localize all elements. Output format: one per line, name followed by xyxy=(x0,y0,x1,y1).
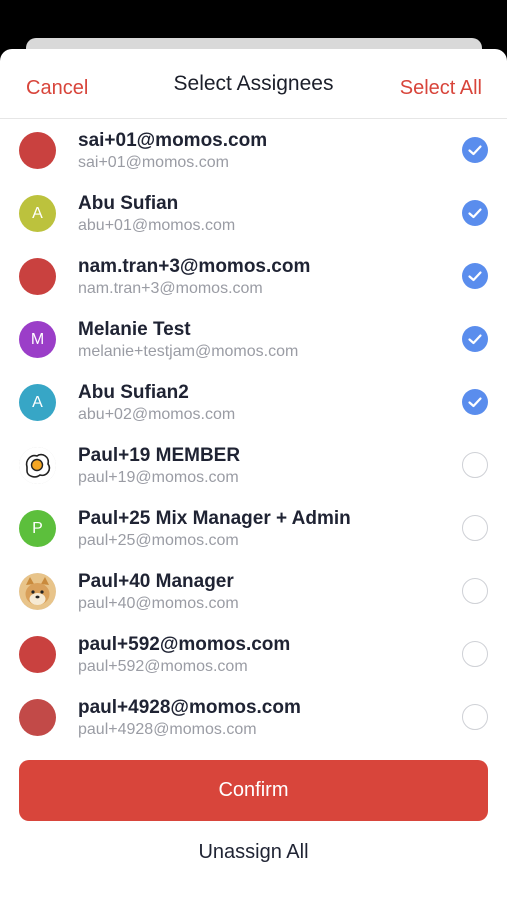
avatar xyxy=(19,699,56,736)
avatar: A xyxy=(19,384,56,421)
assignee-name: Paul+19 MEMBER xyxy=(78,445,241,466)
empty-circle-icon[interactable] xyxy=(462,578,488,604)
assignee-name: sai+01@momos.com xyxy=(78,130,268,151)
assignee-row[interactable]: Paul+40 Manager paul+40@momos.com xyxy=(0,560,507,623)
empty-circle-icon[interactable] xyxy=(462,452,488,478)
assignee-email: paul+19@momos.com xyxy=(78,469,239,486)
assignee-row[interactable]: A Abu Sufian abu+01@momos.com xyxy=(0,182,507,245)
checkmark-icon[interactable] xyxy=(462,263,488,289)
assignee-row[interactable]: A Abu Sufian2 abu+02@momos.com xyxy=(0,371,507,434)
select-all-button[interactable]: Select All xyxy=(400,77,482,100)
assignee-name: paul+592@momos.com xyxy=(78,634,291,655)
assignee-email: abu+01@momos.com xyxy=(78,217,236,234)
shiba-dog-icon xyxy=(19,573,56,610)
assignee-name: Paul+25 Mix Manager + Admin xyxy=(78,508,351,529)
empty-circle-icon[interactable] xyxy=(462,641,488,667)
assignee-row[interactable]: M Melanie Test melanie+testjam@momos.com xyxy=(0,308,507,371)
avatar xyxy=(19,258,56,295)
assignee-row[interactable]: Paul+19 MEMBER paul+19@momos.com xyxy=(0,434,507,497)
assignee-row[interactable]: paul+4928@momos.com paul+4928@momos.com xyxy=(0,686,507,749)
assignee-name: nam.tran+3@momos.com xyxy=(78,256,311,277)
fried-egg-icon xyxy=(19,447,56,484)
assignee-email: abu+02@momos.com xyxy=(78,406,236,423)
confirm-button[interactable]: Confirm xyxy=(19,760,488,821)
avatar xyxy=(19,636,56,673)
assignee-email: paul+592@momos.com xyxy=(78,658,248,675)
avatar: P xyxy=(19,510,56,547)
assignee-email: melanie+testjam@momos.com xyxy=(78,343,299,360)
unassign-all-button[interactable]: Unassign All xyxy=(0,841,507,864)
assignee-name: Abu Sufian xyxy=(78,193,179,214)
assignee-name: Melanie Test xyxy=(78,319,191,340)
assignee-list: sai+01@momos.com sai+01@momos.com A Abu Suf… xyxy=(0,119,507,749)
checkmark-icon[interactable] xyxy=(462,137,488,163)
select-assignees-sheet: Cancel Select Assignees Select All sai+0… xyxy=(0,49,507,900)
avatar xyxy=(19,132,56,169)
assignee-email: paul+25@momos.com xyxy=(78,532,239,549)
avatar: M xyxy=(19,321,56,358)
assignee-email: paul+40@momos.com xyxy=(78,595,239,612)
assignee-row[interactable]: nam.tran+3@momos.com nam.tran+3@momos.com xyxy=(0,245,507,308)
empty-circle-icon[interactable] xyxy=(462,515,488,541)
assignee-name: Paul+40 Manager xyxy=(78,571,234,592)
assignee-row[interactable]: paul+592@momos.com paul+592@momos.com xyxy=(0,623,507,686)
checkmark-icon[interactable] xyxy=(462,200,488,226)
checkmark-icon[interactable] xyxy=(462,326,488,352)
checkmark-icon[interactable] xyxy=(462,389,488,415)
assignee-row[interactable]: P Paul+25 Mix Manager + Admin paul+25@momo… xyxy=(0,497,507,560)
empty-circle-icon[interactable] xyxy=(462,704,488,730)
assignee-row[interactable]: sai+01@momos.com sai+01@momos.com xyxy=(0,119,507,182)
assignee-name: paul+4928@momos.com xyxy=(78,697,301,718)
assignee-name: Abu Sufian2 xyxy=(78,382,189,403)
assignee-email: sai+01@momos.com xyxy=(78,154,229,171)
avatar: A xyxy=(19,195,56,232)
sheet-header: Cancel Select Assignees Select All xyxy=(0,49,507,119)
assignee-email: paul+4928@momos.com xyxy=(78,721,257,738)
assignee-email: nam.tran+3@momos.com xyxy=(78,280,263,297)
